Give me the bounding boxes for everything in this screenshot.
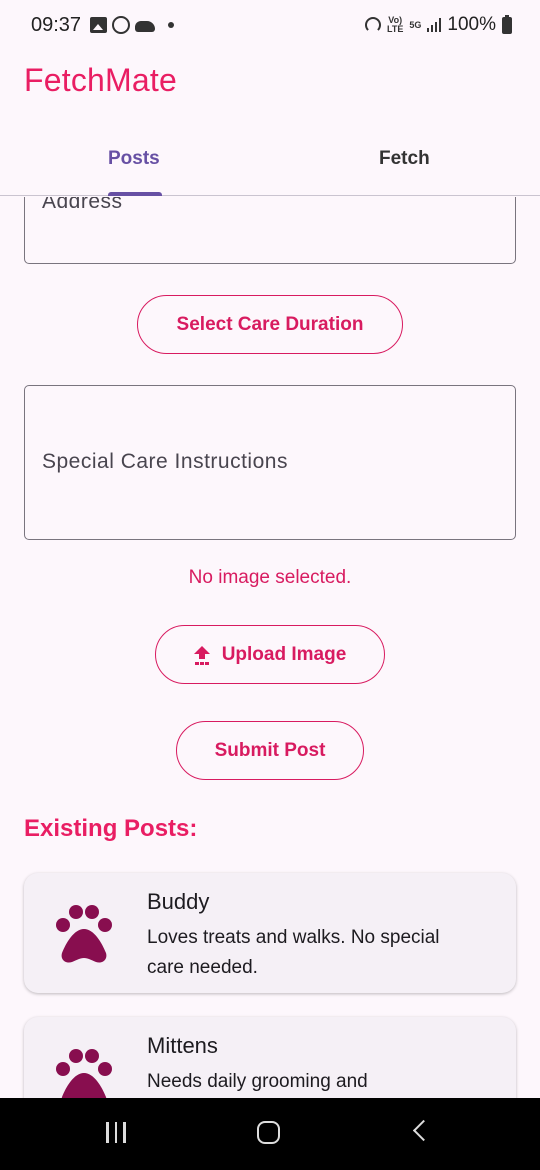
tab-fetch[interactable]: Fetch: [379, 148, 430, 170]
system-nav-bar: [0, 1098, 540, 1170]
signal-icon: [427, 18, 442, 32]
battery-percent: 100%: [447, 14, 496, 35]
paw-icon: [56, 1049, 112, 1098]
select-care-duration-label: Select Care Duration: [176, 313, 364, 335]
5g-icon: 5G: [409, 19, 422, 30]
hotspot-icon: [365, 17, 382, 33]
volte-bottom-label: LTE: [387, 24, 404, 34]
volte-icon: Vo) LTE: [387, 16, 403, 34]
tab-posts[interactable]: Posts: [108, 148, 160, 170]
address-field-label: Address: [42, 197, 123, 213]
upload-image-label: Upload Image: [221, 643, 347, 665]
post-card[interactable]: Mittens Needs daily grooming and: [24, 1017, 516, 1098]
status-bar: 09:37 Vo) LTE 5G 100%: [0, 0, 540, 52]
special-care-instructions-label: Special Care Instructions: [42, 450, 288, 473]
home-icon[interactable]: [257, 1121, 280, 1144]
recents-icon[interactable]: [106, 1122, 126, 1143]
screen: 09:37 Vo) LTE 5G 100% FetchMate Posts Fe…: [0, 0, 540, 1170]
whatsapp-icon: [112, 16, 130, 34]
existing-posts-heading: Existing Posts:: [24, 815, 198, 842]
post-description: Needs daily grooming and: [147, 1071, 368, 1092]
back-icon[interactable]: [412, 1119, 435, 1142]
post-name: Buddy: [147, 889, 210, 914]
scroll-content[interactable]: Address Select Care Duration Special Car…: [0, 197, 540, 1098]
battery-icon: [502, 14, 512, 34]
tab-indicator: [108, 192, 162, 196]
status-time: 09:37: [31, 14, 82, 36]
gallery-icon: [90, 17, 107, 33]
special-care-instructions-field[interactable]: Special Care Instructions: [24, 385, 516, 540]
upload-image-button[interactable]: Upload Image: [155, 625, 385, 684]
paw-icon: [56, 905, 112, 963]
post-description: Loves treats and walks. No special care …: [147, 927, 440, 978]
tab-bar: Posts Fetch: [0, 128, 540, 196]
upload-icon: [193, 645, 210, 664]
cloud-icon: [135, 20, 155, 32]
app-title: FetchMate: [24, 62, 177, 98]
image-status-text: No image selected.: [188, 567, 352, 588]
address-field[interactable]: Address: [24, 197, 516, 264]
status-right-icons: Vo) LTE 5G 100%: [365, 14, 512, 36]
submit-post-label: Submit Post: [214, 739, 326, 761]
dot-icon: [168, 22, 174, 28]
post-card[interactable]: Buddy Loves treats and walks. No special…: [24, 873, 516, 993]
select-care-duration-button[interactable]: Select Care Duration: [137, 295, 403, 354]
submit-post-button[interactable]: Submit Post: [176, 721, 364, 780]
post-name: Mittens: [147, 1033, 218, 1058]
status-left-icons: [90, 16, 174, 34]
